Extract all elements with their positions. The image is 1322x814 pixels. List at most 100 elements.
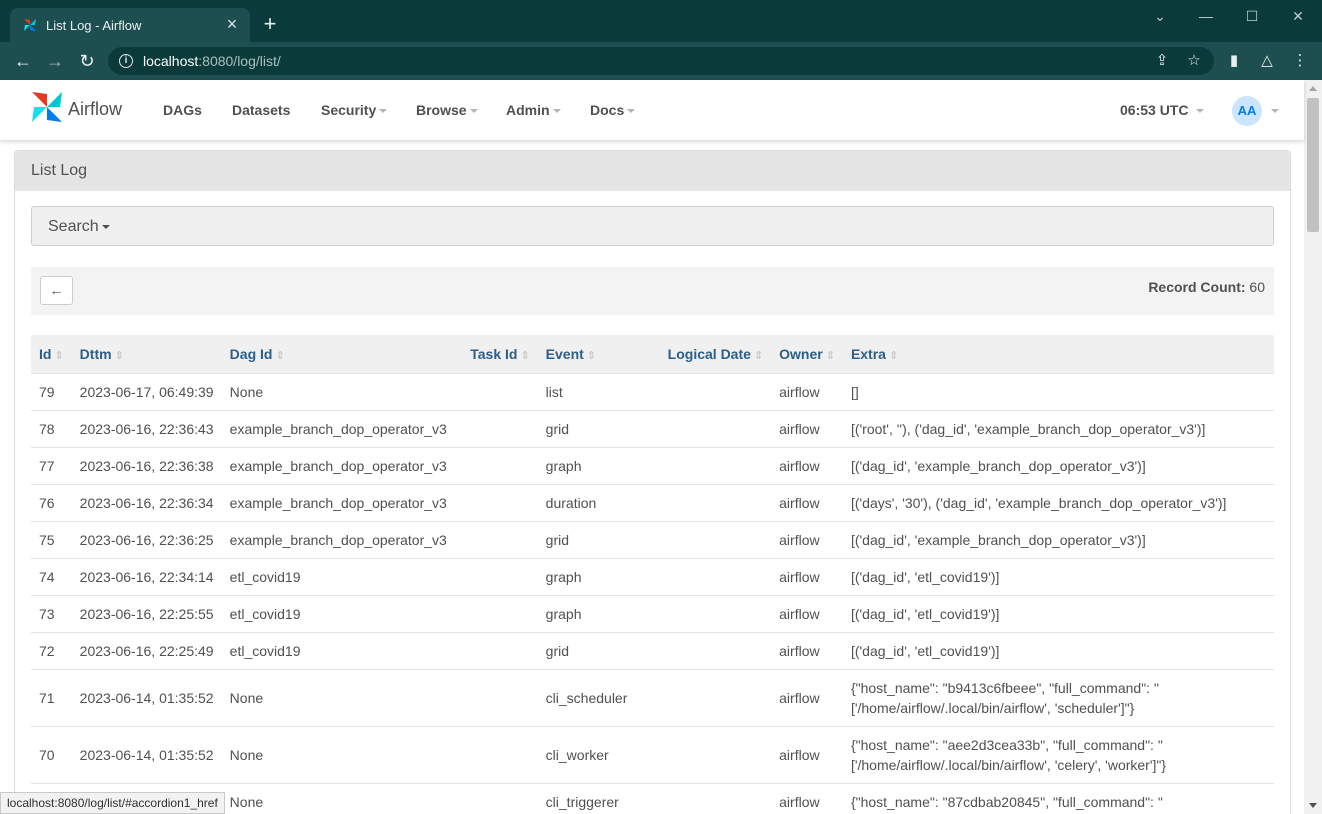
bookmark-star-icon[interactable]: ☆ <box>1184 51 1204 71</box>
cell-task-id <box>457 557 538 595</box>
cell-dttm: 2023-06-16, 22:36:38 <box>71 446 222 484</box>
tab-search-icon[interactable]: ⌄ <box>1148 6 1172 26</box>
cell-id: 73 <box>31 594 72 632</box>
cell-extra: [('days', '30'), ('dag_id', 'example_bra… <box>842 483 1274 521</box>
cell-task-id <box>457 725 538 783</box>
table-row: 72 2023-06-16, 22:25:49 etl_covid19 grid air… <box>31 631 1274 669</box>
extension-icon[interactable]: △ <box>1257 51 1277 71</box>
table-row: 70 2023-06-14, 01:35:52 None cli_worker airf… <box>31 725 1274 783</box>
cell-dttm: 2023-06-16, 22:36:25 <box>71 520 222 558</box>
cell-extra: [('dag_id', 'etl_covid19')] <box>842 557 1274 595</box>
cell-logical-date <box>659 372 772 410</box>
back-arrow-icon[interactable]: ← <box>10 48 36 74</box>
user-avatar[interactable]: AA <box>1232 96 1262 126</box>
utc-clock[interactable]: 06:53 UTC <box>1120 102 1205 118</box>
nav-security[interactable]: Security <box>321 102 388 118</box>
search-accordion[interactable]: Search <box>31 206 1274 246</box>
forward-arrow-icon[interactable]: → <box>42 48 68 74</box>
address-bar[interactable]: i localhost:8080/log/list/ ⇪ ☆ <box>108 47 1214 75</box>
cell-dag-id[interactable]: example_branch_dop_operator_v3 <box>221 446 458 484</box>
nav-admin[interactable]: Admin <box>506 102 561 118</box>
close-tab-icon[interactable]: × <box>222 14 242 34</box>
cell-dttm: 2023-06-16, 22:34:14 <box>71 557 222 595</box>
table-header-row: Id ⇕ Dttm ⇕ Dag Id ⇕ Task Id ⇕ Event ⇕ Logica… <box>31 335 1274 373</box>
table-row: 74 2023-06-16, 22:34:14 etl_covid19 graph ai… <box>31 557 1274 595</box>
sort-icon[interactable]: ⇕ <box>54 349 63 362</box>
sort-icon[interactable]: ⇕ <box>587 349 596 362</box>
menu-kebab-icon[interactable]: ⋮ <box>1290 51 1310 71</box>
nav-datasets[interactable]: Datasets <box>232 102 290 118</box>
scroll-up-icon[interactable] <box>1309 86 1317 91</box>
cell-dag-id[interactable]: example_branch_dop_operator_v3 <box>221 483 458 521</box>
cell-id: 74 <box>31 557 72 595</box>
back-button[interactable]: ← <box>40 276 73 305</box>
table-row: 71 2023-06-14, 01:35:52 None cli_scheduler a… <box>31 668 1274 726</box>
column-header-dag-id[interactable]: Dag Id ⇕ <box>221 335 458 373</box>
column-header-dttm[interactable]: Dttm ⇕ <box>71 335 222 373</box>
airflow-navbar: Airflow DAGs Datasets Security Browse Ad… <box>0 80 1304 140</box>
cell-dag-id[interactable]: example_branch_dop_operator_v3 <box>221 520 458 558</box>
cell-dag-id[interactable]: etl_covid19 <box>221 557 458 595</box>
nav-dags[interactable]: DAGs <box>163 102 202 118</box>
column-header-extra[interactable]: Extra ⇕ <box>842 335 1274 373</box>
maximize-icon[interactable]: ☐ <box>1240 6 1264 26</box>
browser-tab[interactable]: List Log - Airflow × <box>10 8 250 42</box>
table-row: 75 2023-06-16, 22:36:25 example_branch_dop… <box>31 520 1274 558</box>
column-header-task-id[interactable]: Task Id ⇕ <box>457 335 538 373</box>
cell-event: duration <box>537 483 660 521</box>
close-window-icon[interactable]: ✕ <box>1286 6 1310 26</box>
caret-down-icon <box>1196 109 1205 114</box>
reload-icon[interactable]: ↻ <box>74 48 100 74</box>
cell-logical-date <box>659 520 772 558</box>
cell-id: 71 <box>31 668 72 726</box>
sort-icon[interactable]: ⇕ <box>754 349 763 362</box>
nav-docs[interactable]: Docs <box>590 102 636 118</box>
record-count: Record Count: 60 <box>1148 279 1265 295</box>
table-row: 78 2023-06-16, 22:36:43 example_branch_dop… <box>31 409 1274 447</box>
cell-id: 70 <box>31 725 72 783</box>
cell-task-id <box>457 483 538 521</box>
cell-extra: {"host_name": "b9413c6fbeee", "full_comm… <box>842 668 1274 726</box>
sort-icon[interactable]: ⇕ <box>826 349 835 362</box>
cell-event: grid <box>537 631 660 669</box>
nav-browse[interactable]: Browse <box>416 102 478 118</box>
cell-dag-id[interactable]: etl_covid19 <box>221 631 458 669</box>
brand-name[interactable]: Airflow <box>68 99 122 120</box>
airflow-logo-icon[interactable] <box>28 88 66 126</box>
scrollbar-thumb[interactable] <box>1307 98 1319 232</box>
cell-dag-id: None <box>221 725 458 783</box>
sort-icon[interactable]: ⇕ <box>275 349 284 362</box>
sort-icon[interactable]: ⇕ <box>115 349 124 362</box>
cell-dag-id[interactable]: example_branch_dop_operator_v3 <box>221 409 458 447</box>
cell-logical-date <box>659 483 772 521</box>
sort-icon[interactable]: ⇕ <box>520 349 529 362</box>
sort-icon[interactable]: ⇕ <box>889 349 898 362</box>
column-header-owner[interactable]: Owner ⇕ <box>771 335 843 373</box>
minimize-icon[interactable]: — <box>1194 6 1218 26</box>
cell-event: grid <box>537 409 660 447</box>
cell-task-id <box>457 782 538 814</box>
cell-event: grid <box>537 520 660 558</box>
column-header-logical-date[interactable]: Logical Date ⇕ <box>659 335 772 373</box>
cell-owner: airflow <box>771 520 843 558</box>
new-tab-icon[interactable]: + <box>258 12 282 36</box>
cell-event: list <box>537 372 660 410</box>
scroll-down-icon[interactable] <box>1309 803 1317 808</box>
caret-down-icon[interactable] <box>1271 109 1279 113</box>
cell-task-id <box>457 520 538 558</box>
cell-owner: airflow <box>771 594 843 632</box>
page-scrollbar[interactable] <box>1304 80 1322 814</box>
column-header-event[interactable]: Event ⇕ <box>537 335 660 373</box>
cell-task-id <box>457 446 538 484</box>
cell-dag-id[interactable]: etl_covid19 <box>221 594 458 632</box>
share-icon[interactable]: ⇪ <box>1152 51 1172 71</box>
side-panel-icon[interactable]: ▮ <box>1224 51 1244 71</box>
cell-extra: [('dag_id', 'example_branch_dop_operator… <box>842 520 1274 558</box>
column-header-id[interactable]: Id ⇕ <box>31 335 72 373</box>
search-toggle[interactable]: Search <box>48 218 110 236</box>
table-row: 76 2023-06-16, 22:36:34 example_branch_dop… <box>31 483 1274 521</box>
cell-owner: airflow <box>771 725 843 783</box>
cell-dttm: 2023-06-14, 01:35:52 <box>71 725 222 783</box>
browser-status-url: localhost:8080/log/list/#accordion1_href <box>0 792 225 814</box>
site-info-icon[interactable]: i <box>119 54 133 68</box>
